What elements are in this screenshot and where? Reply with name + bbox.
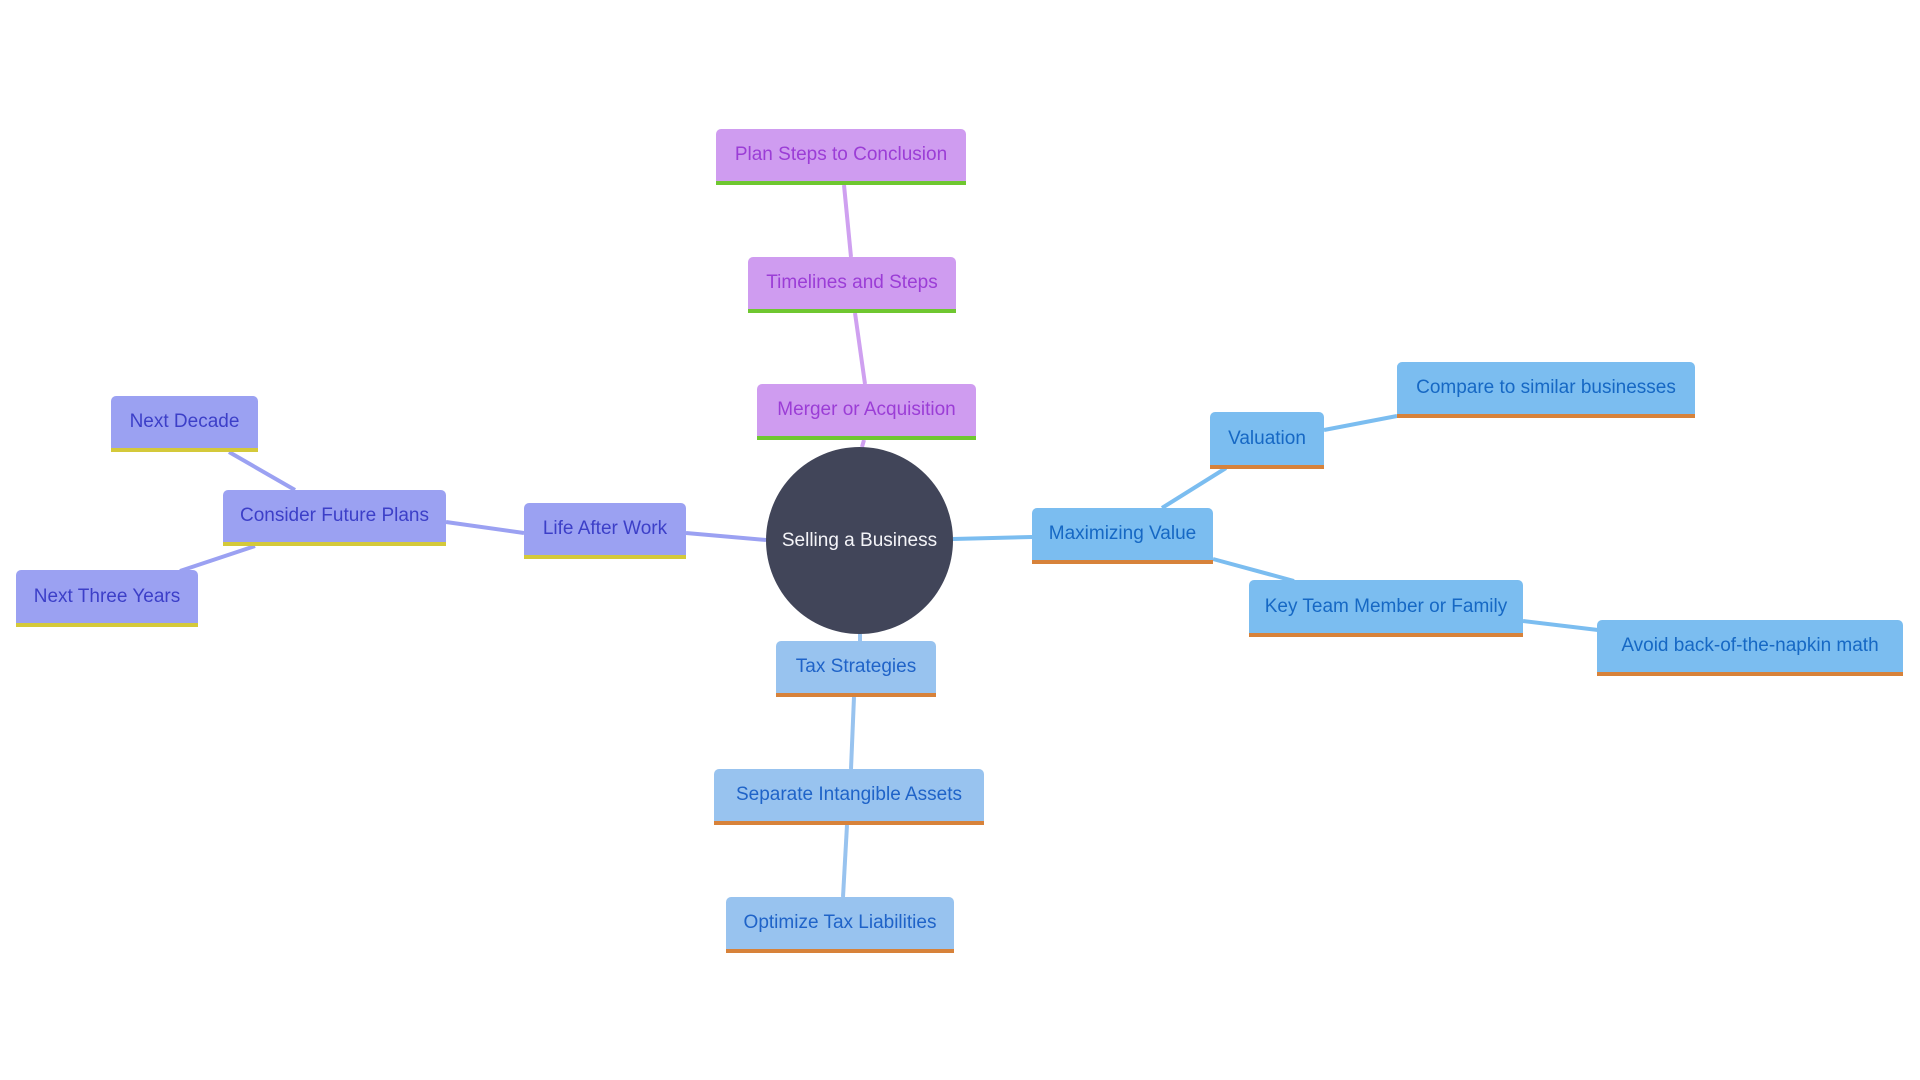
node-accent-stripe (748, 309, 956, 313)
node-accent-stripe (776, 693, 936, 697)
node-accent-stripe (524, 555, 686, 559)
node-label: Key Team Member or Family (1264, 595, 1508, 617)
node-compare-to-similar-businesses[interactable]: Compare to similar businesses (1397, 362, 1695, 418)
node-label: Tax Strategies (795, 656, 917, 677)
edge-tax-to-intangible (849, 696, 856, 770)
node-avoid-back-of-the-napkin-math[interactable]: Avoid back-of-the-napkin math (1597, 620, 1903, 676)
node-optimize-tax-liabilities[interactable]: Optimize Tax Liabilities (726, 897, 954, 953)
node-label: Consider Future Plans (239, 505, 430, 526)
node-accent-stripe (223, 542, 446, 546)
edge-keyteam-to-napkin (1522, 619, 1599, 632)
node-separate-intangible-assets[interactable]: Separate Intangible Assets (714, 769, 984, 825)
edge-valuation-to-compare (1323, 414, 1398, 432)
node-merger-or-acquisition[interactable]: Merger or Acquisition (757, 384, 976, 440)
node-plan-steps-to-conclusion[interactable]: Plan Steps to Conclusion (716, 129, 966, 185)
node-tax-strategies[interactable]: Tax Strategies (776, 641, 936, 697)
node-accent-stripe (1597, 672, 1903, 676)
edge-maximizing-to-valuation (1160, 466, 1228, 510)
node-next-decade[interactable]: Next Decade (111, 396, 258, 452)
node-label: Valuation (1228, 427, 1306, 449)
node-accent-stripe (716, 181, 966, 185)
node-label: Next Decade (129, 411, 240, 432)
node-label: Life After Work (542, 518, 668, 539)
root-node-selling-a-business[interactable]: Selling a Business (766, 447, 953, 634)
node-maximizing-value[interactable]: Maximizing Value (1032, 508, 1213, 564)
node-accent-stripe (111, 448, 258, 452)
edge-future-to-decade (228, 450, 296, 492)
node-accent-stripe (1032, 560, 1213, 564)
node-label: Plan Steps to Conclusion (734, 144, 948, 165)
node-life-after-work[interactable]: Life After Work (524, 503, 686, 559)
node-consider-future-plans[interactable]: Consider Future Plans (223, 490, 446, 546)
node-valuation[interactable]: Valuation (1210, 412, 1324, 469)
node-accent-stripe (1397, 414, 1695, 418)
edge-life-to-future (445, 520, 525, 535)
node-accent-stripe (16, 623, 198, 627)
node-label: Compare to similar businesses (1416, 377, 1676, 398)
node-label: Optimize Tax Liabilities (743, 912, 937, 933)
edge-root-to-merger (860, 439, 866, 448)
edge-intangible-to-optimize (841, 824, 849, 898)
node-label: Maximizing Value (1048, 523, 1197, 544)
edge-timelines-to-plan (842, 184, 853, 258)
edge-future-to-three (179, 544, 256, 573)
node-accent-stripe (714, 821, 984, 825)
node-accent-stripe (1210, 465, 1324, 469)
node-label: Separate Intangible Assets (735, 784, 963, 805)
node-accent-stripe (726, 949, 954, 953)
edge-root-to-maximizing (952, 535, 1033, 541)
node-key-team-member-or-family[interactable]: Key Team Member or Family (1249, 580, 1523, 637)
node-label: Avoid back-of-the-napkin math (1621, 635, 1879, 656)
node-label: Merger or Acquisition (777, 399, 956, 420)
edge-root-to-life (685, 531, 767, 542)
node-accent-stripe (1249, 633, 1523, 637)
root-node-label: Selling a Business (781, 529, 938, 551)
edge-maximizing-to-keyteam (1212, 557, 1295, 583)
node-timelines-and-steps[interactable]: Timelines and Steps (748, 257, 956, 313)
node-label: Timelines and Steps (766, 272, 938, 293)
mindmap-canvas: Selling a Business Merger or Acquisition… (0, 0, 1920, 1080)
node-label: Next Three Years (33, 585, 181, 607)
edge-merger-to-timelines (853, 312, 867, 385)
node-next-three-years[interactable]: Next Three Years (16, 570, 198, 627)
node-accent-stripe (757, 436, 976, 440)
